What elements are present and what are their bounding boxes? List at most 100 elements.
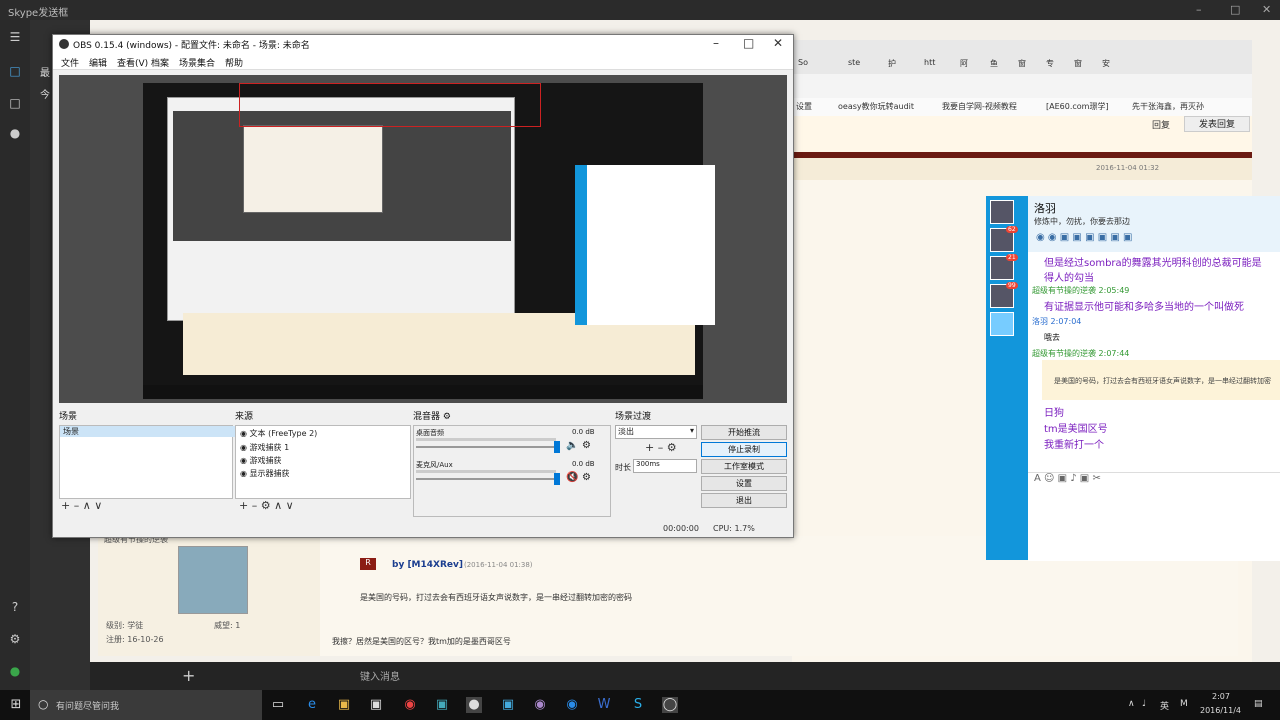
obs-icon[interactable]: ◯ bbox=[662, 697, 678, 713]
add-transition-icon[interactable]: + bbox=[645, 441, 654, 454]
menu-scene-collection[interactable]: 场景集合 bbox=[179, 56, 215, 69]
volume-slider-handle[interactable] bbox=[554, 473, 560, 485]
contact-avatar[interactable] bbox=[990, 312, 1014, 336]
chat-icon[interactable]: □ bbox=[8, 64, 22, 78]
taskbar-search[interactable]: ○ 有问题尽管问我 bbox=[30, 690, 262, 720]
app-icon[interactable]: ◉ bbox=[532, 697, 548, 713]
stop-recording-button[interactable]: 停止录制 bbox=[701, 442, 787, 457]
qq-icon[interactable]: ● bbox=[466, 697, 482, 713]
add-source-icon[interactable]: + bbox=[239, 499, 248, 512]
settings-button[interactable]: 设置 bbox=[701, 476, 787, 491]
close-icon[interactable]: ✕ bbox=[1262, 3, 1271, 16]
mute-icon[interactable]: 🔇 bbox=[566, 472, 578, 483]
menu-help[interactable]: 帮助 bbox=[225, 56, 243, 69]
settings-icon[interactable]: ⚙ bbox=[8, 632, 22, 646]
remove-scene-icon[interactable]: – bbox=[74, 499, 80, 512]
contact-avatar[interactable] bbox=[990, 200, 1014, 224]
transition-select[interactable]: 淡出 ▾ bbox=[615, 425, 697, 439]
search-input[interactable]: 有问题尽管问我 bbox=[56, 699, 119, 712]
quote-byline[interactable]: by [M14XRev] bbox=[392, 560, 463, 570]
explorer-icon[interactable]: ▣ bbox=[336, 697, 352, 713]
close-icon[interactable]: ✕ bbox=[773, 36, 783, 50]
maximize-icon[interactable]: □ bbox=[743, 36, 754, 50]
source-item[interactable]: ◉ 游戏捕获 bbox=[240, 455, 282, 466]
browser-tab[interactable]: 鱼 bbox=[990, 58, 998, 72]
bookmark-item[interactable]: [AE60.com璟学] bbox=[1046, 101, 1109, 112]
notification-icon[interactable]: ▤ bbox=[1254, 699, 1263, 709]
move-up-icon[interactable]: ∧ bbox=[274, 499, 282, 512]
browser-tab[interactable]: htt bbox=[924, 58, 935, 72]
gear-icon[interactable]: ⚙ bbox=[582, 472, 591, 483]
contacts-icon[interactable]: □ bbox=[8, 96, 22, 110]
qq-input-area[interactable]: A ☺ ▣ ♪ ▣ ✂ bbox=[1028, 472, 1280, 561]
volume-slider[interactable] bbox=[416, 478, 554, 480]
menu-view[interactable]: 查看(V) bbox=[117, 56, 148, 69]
move-down-icon[interactable]: ∨ bbox=[94, 499, 102, 512]
message-input[interactable]: 键入消息 bbox=[360, 668, 400, 683]
menu-icon[interactable]: ☰ bbox=[8, 30, 22, 44]
clock-time[interactable]: 2:07 bbox=[1212, 692, 1230, 701]
qq-input-toolbar[interactable]: A ☺ ▣ ♪ ▣ ✂ bbox=[1034, 473, 1101, 484]
address-bar[interactable] bbox=[792, 74, 1252, 99]
browser-tab[interactable]: 护 bbox=[888, 58, 896, 72]
task-view-icon[interactable]: ▭ bbox=[270, 697, 286, 713]
app-icon[interactable]: ▣ bbox=[500, 697, 516, 713]
exit-button[interactable]: 退出 bbox=[701, 493, 787, 508]
source-item[interactable]: ◉ 游戏捕获 1 bbox=[240, 442, 289, 453]
edge-icon[interactable]: e bbox=[304, 697, 320, 713]
bookmark-item[interactable]: 我要自学网-视频教程 bbox=[942, 101, 1017, 112]
tray-language[interactable]: 英 bbox=[1160, 699, 1169, 712]
gear-icon[interactable]: ⚙ bbox=[582, 440, 591, 451]
browser-tab[interactable]: So bbox=[798, 58, 808, 72]
browser-tab[interactable]: 阿 bbox=[960, 58, 968, 72]
remove-source-icon[interactable]: – bbox=[252, 499, 258, 512]
word-icon[interactable]: W bbox=[596, 697, 612, 713]
menu-profile[interactable]: 档案 bbox=[151, 56, 169, 69]
browser-tab[interactable]: 专 bbox=[1046, 58, 1054, 72]
browser-tab[interactable]: 窗 bbox=[1074, 58, 1082, 72]
duration-spinbox[interactable]: 300ms bbox=[633, 459, 697, 473]
source-item[interactable]: ◉ 文本 (FreeType 2) bbox=[240, 428, 317, 439]
add-scene-icon[interactable]: + bbox=[61, 499, 70, 512]
bookmark-item[interactable]: 先干张海鑫，再灭孙 bbox=[1132, 101, 1204, 112]
browser-tab[interactable]: 窗 bbox=[1018, 58, 1026, 72]
transition-settings-icon[interactable]: ⚙ bbox=[667, 441, 677, 454]
maximize-icon[interactable]: □ bbox=[1230, 3, 1240, 16]
start-icon[interactable]: ⊞ bbox=[8, 697, 24, 713]
skype-icon[interactable]: S bbox=[630, 697, 646, 713]
bookmark-item[interactable]: oeasy教你玩转audit bbox=[838, 101, 914, 112]
reply-link[interactable]: 回复 bbox=[1152, 118, 1170, 131]
eye-icon[interactable]: ◉ bbox=[240, 429, 250, 438]
status-avatar-icon[interactable]: ● bbox=[8, 664, 22, 678]
eye-icon[interactable]: ◉ bbox=[240, 469, 250, 478]
eye-icon[interactable]: ◉ bbox=[240, 456, 250, 465]
sources-list[interactable]: ◉ 文本 (FreeType 2) ◉ 游戏捕获 1 ◉ 游戏捕获 ◉ 显示器捕… bbox=[235, 425, 411, 499]
source-settings-icon[interactable]: ⚙ bbox=[261, 499, 271, 512]
minimize-icon[interactable]: – bbox=[1196, 3, 1202, 16]
browser-tab[interactable]: ste bbox=[848, 58, 860, 72]
qq-toolbar-icons[interactable]: ◉ ◉ ▣ ▣ ▣ ▣ ▣ ▣ bbox=[1036, 232, 1132, 243]
scenes-list[interactable]: 场景 bbox=[59, 425, 235, 499]
post-reply-button[interactable]: 发表回复 bbox=[1184, 116, 1250, 132]
volume-icon[interactable]: ♩ bbox=[1142, 699, 1146, 709]
remove-transition-icon[interactable]: – bbox=[658, 441, 664, 454]
move-down-icon[interactable]: ∨ bbox=[286, 499, 294, 512]
volume-slider[interactable] bbox=[416, 446, 554, 448]
scene-item[interactable]: 场景 bbox=[60, 426, 235, 437]
app-icon[interactable]: ▣ bbox=[434, 697, 450, 713]
store-icon[interactable]: ▣ bbox=[368, 697, 384, 713]
menu-file[interactable]: 文件 bbox=[61, 56, 79, 69]
menu-edit[interactable]: 编辑 bbox=[89, 56, 107, 69]
app-icon[interactable]: ◉ bbox=[564, 697, 580, 713]
mixer-gear-icon[interactable]: ⚙ bbox=[443, 412, 451, 422]
browser-tab[interactable]: 安 bbox=[1102, 58, 1110, 72]
clock-date[interactable]: 2016/11/4 bbox=[1200, 706, 1241, 715]
minimize-icon[interactable]: – bbox=[713, 36, 719, 50]
studio-mode-button[interactable]: 工作室模式 bbox=[701, 459, 787, 474]
bookmark-item[interactable]: 设置 bbox=[796, 101, 812, 112]
speaker-icon[interactable]: 🔈 bbox=[566, 440, 578, 451]
help-icon[interactable]: ? bbox=[8, 600, 22, 614]
move-up-icon[interactable]: ∧ bbox=[83, 499, 91, 512]
add-attachment-icon[interactable]: + bbox=[182, 666, 195, 685]
start-streaming-button[interactable]: 开始推流 bbox=[701, 425, 787, 440]
